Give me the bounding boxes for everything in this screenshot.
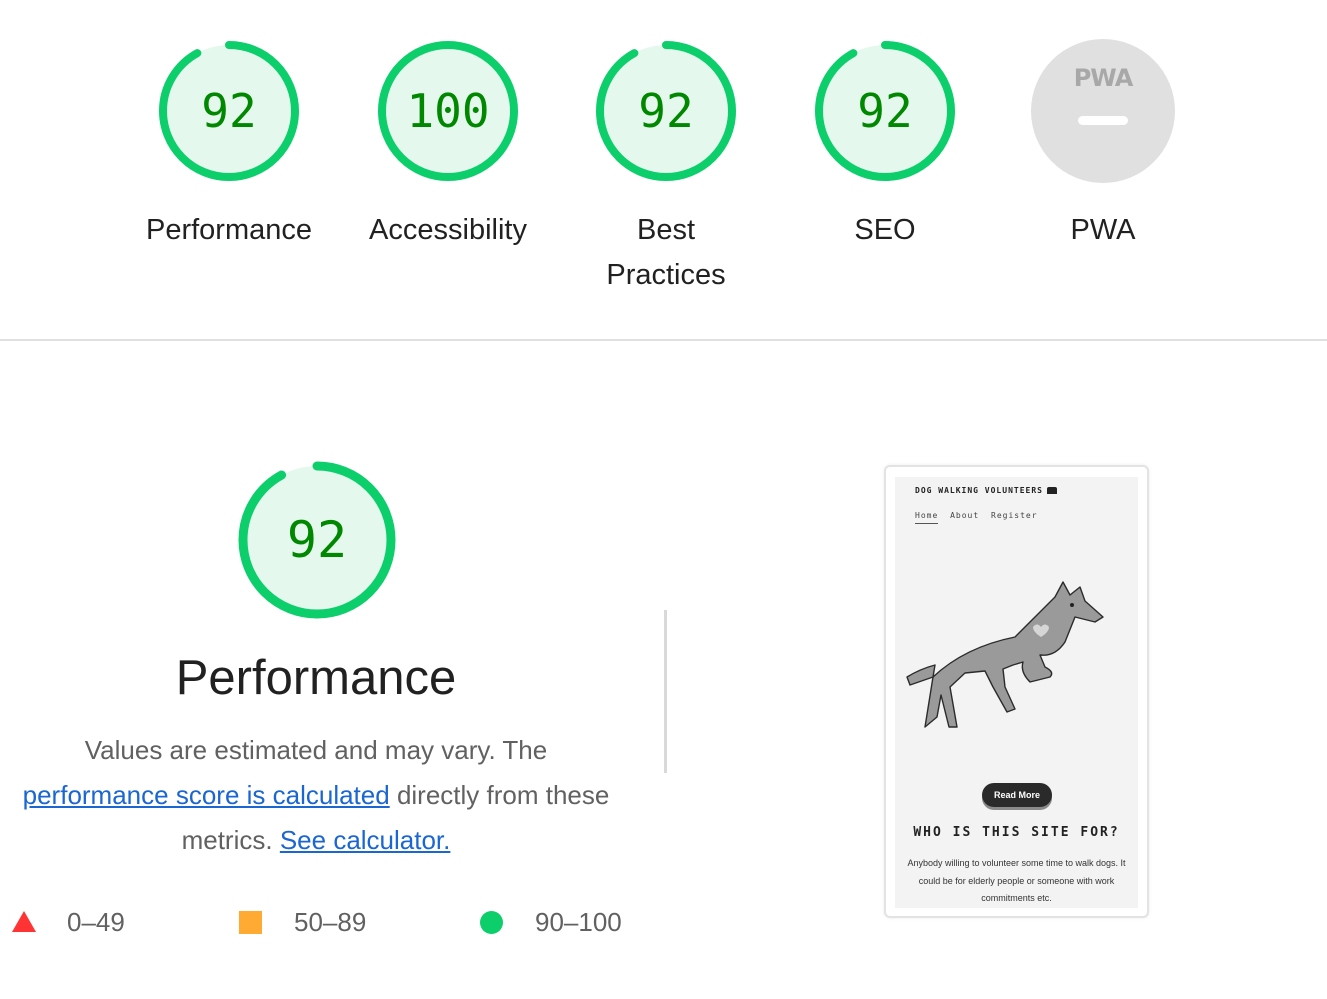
category-gauges: 92 Performance 100 Accessibility 92 Best… xyxy=(0,0,1327,340)
section-divider xyxy=(0,339,1327,341)
screenshot-content: DOG WALKING VOLUNTEERS Home About Regist… xyxy=(895,477,1138,908)
legend-range: 50–89 xyxy=(294,907,367,937)
best-practices-score: 92 xyxy=(638,84,694,138)
accessibility-score: 100 xyxy=(406,84,490,138)
pwa-badge-icon: PWA xyxy=(1028,36,1178,186)
gauge-performance[interactable]: 92 Performance xyxy=(139,36,319,253)
gauge-ring: 92 xyxy=(810,36,960,186)
seo-score: 92 xyxy=(857,84,913,138)
gauge-ring: 92 xyxy=(154,36,304,186)
gauge-accessibility[interactable]: 100 Accessibility xyxy=(358,36,538,253)
performance-gauge-large: 92 xyxy=(234,457,400,623)
read-more-button: Read More xyxy=(982,783,1052,807)
performance-label: Performance xyxy=(145,214,312,246)
pwa-label: PWA xyxy=(1070,214,1136,246)
score-legend: 0–49 50–89 90–100 xyxy=(0,900,640,944)
vertical-separator xyxy=(664,610,667,773)
accessibility-label: Accessibility xyxy=(369,214,527,246)
performance-score-link[interactable]: performance score is calculated xyxy=(23,780,390,810)
nav-register: Register xyxy=(991,511,1038,520)
screenshot-heading: WHO IS THIS SITE FOR? xyxy=(913,825,1120,840)
square-icon xyxy=(239,911,262,934)
screenshot-paragraph: Anybody willing to volunteer some time t… xyxy=(907,858,1126,903)
gauge-pwa[interactable]: PWA PWA xyxy=(1013,36,1193,253)
performance-title: Performance xyxy=(175,651,457,705)
performance-score-large: 92 xyxy=(286,511,348,569)
see-calculator-link[interactable]: See calculator. xyxy=(280,825,451,855)
triangle-icon xyxy=(12,911,36,932)
legend-range: 0–49 xyxy=(67,907,125,937)
gauge-ring: 92 xyxy=(591,36,741,186)
dog-icon xyxy=(1046,487,1057,494)
pwa-badge-text: PWA xyxy=(1073,64,1134,92)
performance-description: Values are estimated and may vary. The p… xyxy=(0,728,632,863)
gauge-ring: 100 xyxy=(373,36,523,186)
legend-range: 90–100 xyxy=(535,907,622,937)
page-screenshot[interactable]: DOG WALKING VOLUNTEERS Home About Regist… xyxy=(884,465,1149,918)
site-nav: Home About Register xyxy=(915,511,1044,524)
gauge-best-practices[interactable]: 92 Best Practices xyxy=(576,36,756,298)
site-title-text: DOG WALKING VOLUNTEERS xyxy=(915,486,1043,495)
performance-score: 92 xyxy=(201,84,257,138)
seo-label: SEO xyxy=(854,214,916,246)
circle-icon xyxy=(480,911,503,934)
nav-about: About xyxy=(950,511,980,520)
dog-illustration xyxy=(906,581,1104,728)
gauge-seo[interactable]: 92 SEO xyxy=(795,36,975,253)
site-title: DOG WALKING VOLUNTEERS xyxy=(915,486,1057,495)
best-practices-label: Best Practices xyxy=(606,214,726,291)
nav-home: Home xyxy=(915,511,939,524)
description-text: Values are estimated and may vary. The xyxy=(84,735,548,765)
dash-icon xyxy=(1078,116,1128,125)
